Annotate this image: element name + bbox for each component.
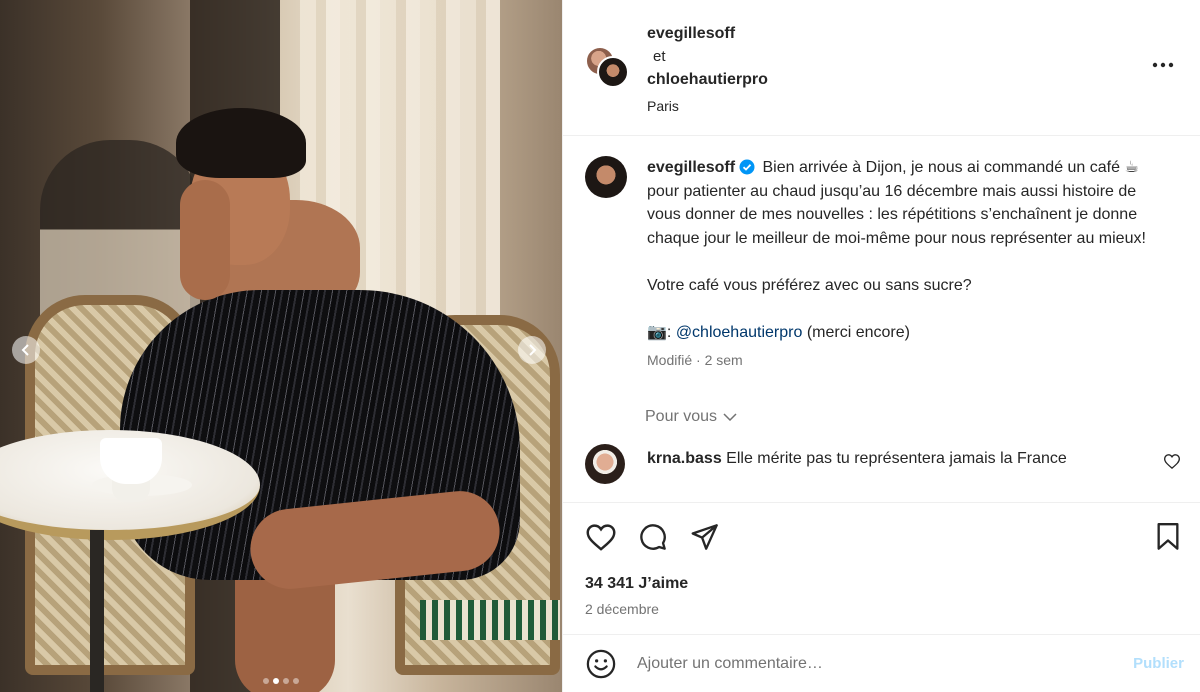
- collab-header-text: evegillesoff et chloehautierpro Paris: [647, 22, 768, 135]
- post-header: evegillesoff et chloehautierpro Paris: [563, 0, 1200, 136]
- emoji-icon: [586, 649, 616, 678]
- collab-avatars[interactable]: [585, 22, 647, 88]
- instagram-post: evegillesoff et chloehautierpro Paris ev…: [0, 0, 1200, 692]
- post-actions: 34 341 J’aime 2 décembre: [563, 502, 1200, 634]
- add-comment-bar: Publier: [563, 634, 1200, 692]
- author-username-link[interactable]: evegillesoff: [647, 22, 768, 45]
- photo-table-leg: [90, 530, 104, 692]
- post-side-panel: evegillesoff et chloehautierpro Paris ev…: [562, 0, 1200, 692]
- save-button[interactable]: [1152, 521, 1184, 553]
- carousel-indicator: [0, 678, 562, 684]
- more-options-button[interactable]: [1152, 55, 1174, 73]
- share-icon: [691, 524, 718, 550]
- comment-button[interactable]: [637, 521, 669, 553]
- carousel-dot: [293, 678, 299, 684]
- photo-model-hand: [180, 180, 230, 300]
- action-icons: [585, 521, 1184, 553]
- location-link[interactable]: Paris: [647, 95, 768, 118]
- likes-count[interactable]: 34 341 J’aime: [585, 575, 1184, 593]
- avatar[interactable]: [597, 56, 629, 88]
- avatar[interactable]: [585, 156, 627, 198]
- for-you-toggle[interactable]: Pour vous: [645, 408, 1180, 426]
- avatar[interactable]: [585, 444, 625, 484]
- comment-row: krna.bass Elle mérite pas tu représenter…: [585, 444, 1181, 484]
- publish-button[interactable]: Publier: [1133, 655, 1184, 672]
- caption-username-link[interactable]: evegillesoff: [647, 159, 735, 176]
- carousel-dot: [263, 678, 269, 684]
- carousel-dot-active: [273, 678, 279, 684]
- mention-suffix: (merci encore): [806, 323, 910, 341]
- verified-icon: [739, 159, 755, 175]
- photo-chair-band: [420, 600, 560, 640]
- emoji-button[interactable]: [585, 648, 617, 680]
- chevron-down-icon: [723, 413, 737, 421]
- for-you-label: Pour vous: [645, 408, 718, 425]
- comment-body: Elle mérite pas tu représentera jamais l…: [726, 450, 1067, 467]
- heart-icon: [1163, 454, 1181, 470]
- caption: evegillesoff Bien arrivée à Dijon, je no…: [647, 159, 1146, 341]
- comments-area: evegillesoff Bien arrivée à Dijon, je no…: [563, 136, 1200, 502]
- photo-model-hair: [176, 108, 306, 178]
- caption-question: Votre café vous préférez avec ou sans su…: [647, 276, 972, 294]
- like-button[interactable]: [585, 521, 617, 553]
- caption-row: evegillesoff Bien arrivée à Dijon, je no…: [585, 156, 1180, 344]
- comment-input[interactable]: [637, 654, 1134, 673]
- more-icon: [1152, 62, 1174, 68]
- share-button[interactable]: [689, 521, 721, 553]
- heart-icon: [586, 523, 616, 551]
- conjunction-text: et: [653, 48, 666, 65]
- chevron-right-icon: [529, 344, 537, 356]
- caption-meta: Modifié · 2 sem: [647, 352, 743, 368]
- comment-text: krna.bass Elle mérite pas tu représenter…: [647, 448, 1067, 470]
- carousel-next-button[interactable]: [518, 336, 546, 364]
- comment-icon: [640, 524, 666, 550]
- comment-like-button[interactable]: [1163, 454, 1181, 474]
- comment-username-link[interactable]: krna.bass: [647, 450, 722, 467]
- carousel-prev-button[interactable]: [12, 336, 40, 364]
- post-photo[interactable]: [0, 0, 562, 692]
- chevron-left-icon: [21, 344, 29, 356]
- mention-link[interactable]: @chloehautierpro: [676, 324, 803, 341]
- carousel-dot: [283, 678, 289, 684]
- collaborator-username-link[interactable]: chloehautierpro: [647, 68, 768, 91]
- bookmark-icon: [1157, 523, 1179, 550]
- post-date[interactable]: 2 décembre: [585, 601, 1184, 617]
- camera-emoji: 📷: [647, 323, 667, 341]
- photo-coffee-cup: [100, 438, 162, 484]
